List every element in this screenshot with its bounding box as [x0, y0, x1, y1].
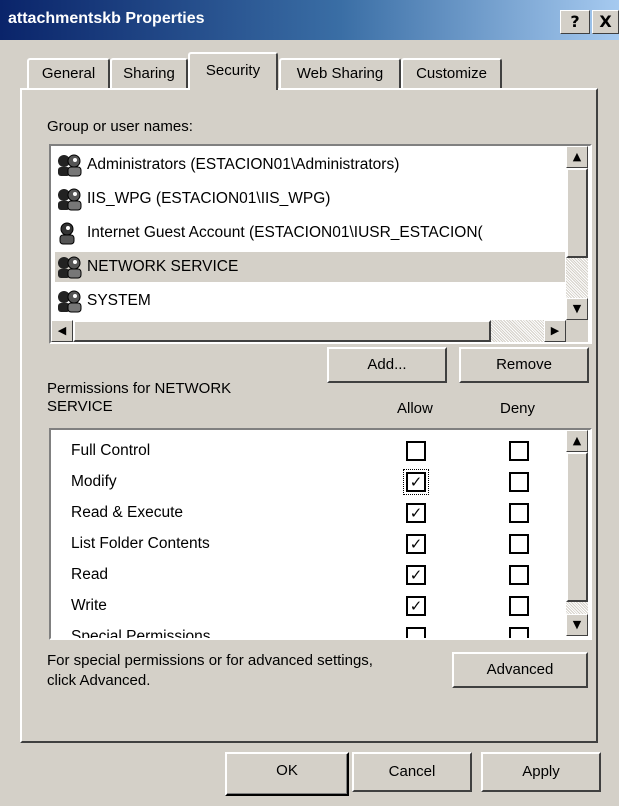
tab-general[interactable]: General	[27, 58, 110, 90]
user-name: Administrators (ESTACION01\Administrator…	[87, 156, 400, 173]
scroll-down-icon[interactable]: ▼	[566, 614, 588, 636]
deny-checkbox[interactable]	[509, 534, 529, 554]
user-list-item[interactable]: SYSTEM	[55, 286, 565, 316]
scroll-up-icon[interactable]: ▲	[566, 146, 588, 168]
deny-checkbox[interactable]	[509, 503, 529, 523]
add-button[interactable]: Add...	[327, 347, 447, 383]
allow-checkbox[interactable]: ✓	[406, 596, 426, 616]
deny-checkbox[interactable]	[509, 596, 529, 616]
scroll-right-icon[interactable]: ▶	[544, 320, 566, 342]
security-panel: Group or user names: Administrators (EST…	[20, 88, 598, 743]
help-button[interactable]: ?	[560, 10, 590, 34]
user-icon	[55, 221, 83, 245]
remove-button[interactable]: Remove	[459, 347, 589, 383]
allow-checkbox[interactable]	[406, 627, 426, 638]
ok-button[interactable]: OK	[225, 752, 349, 796]
deny-checkbox[interactable]	[509, 565, 529, 585]
scroll-corner	[566, 320, 588, 342]
scroll-up-icon[interactable]: ▲	[566, 430, 588, 452]
user-list-item[interactable]: Administrators (ESTACION01\Administrator…	[55, 150, 565, 180]
users-listbox[interactable]: Administrators (ESTACION01\Administrator…	[49, 144, 592, 344]
group-icon	[55, 153, 83, 177]
permissions-listbox[interactable]: Full Control Modify ✓ Read & Execute ✓ List F…	[49, 428, 592, 640]
permission-row: Modify	[71, 473, 117, 490]
deny-checkbox[interactable]	[509, 441, 529, 461]
scroll-left-icon[interactable]: ◀	[51, 320, 73, 342]
deny-checkbox[interactable]	[509, 472, 529, 492]
user-name: SYSTEM	[87, 292, 151, 309]
advanced-text-line2: click Advanced.	[47, 672, 151, 689]
user-list-item[interactable]: NETWORK SERVICE	[55, 252, 565, 282]
user-name: IIS_WPG (ESTACION01\IIS_WPG)	[87, 190, 331, 207]
user-name: Internet Guest Account (ESTACION01\IUSR_…	[87, 224, 483, 241]
close-button[interactable]: X	[592, 10, 619, 34]
tab-customize[interactable]: Customize	[401, 58, 502, 90]
advanced-button-label: Advanced	[486, 661, 554, 678]
group-icon	[55, 289, 83, 313]
scroll-down-icon[interactable]: ▼	[566, 298, 588, 320]
user-name: NETWORK SERVICE	[87, 258, 239, 275]
permission-row: Read & Execute	[71, 504, 184, 521]
allow-header: Allow	[397, 400, 433, 417]
remove-button-label: Remove	[496, 356, 552, 373]
users-vscroll-thumb[interactable]	[566, 168, 588, 258]
group-icon	[55, 187, 83, 211]
user-list-item[interactable]: Internet Guest Account (ESTACION01\IUSR_…	[55, 218, 565, 248]
perm-vscroll-thumb[interactable]	[566, 452, 588, 602]
deny-header: Deny	[500, 400, 536, 417]
add-button-label: Add...	[367, 356, 407, 373]
users-hscroll-thumb[interactable]	[73, 320, 491, 342]
tab-security[interactable]: Security	[188, 52, 278, 90]
cancel-button[interactable]: Cancel	[352, 752, 472, 792]
window-title: attachmentskb Properties	[8, 10, 205, 27]
permission-row: Special Permissions	[71, 628, 211, 640]
title-bar[interactable]: attachmentskb Properties ? X	[0, 0, 619, 40]
allow-checkbox[interactable]: ✓	[406, 503, 426, 523]
apply-button[interactable]: Apply	[481, 752, 601, 792]
tab-web-sharing[interactable]: Web Sharing	[279, 58, 401, 90]
permissions-label-line1: Permissions for NETWORK	[47, 380, 232, 397]
advanced-button[interactable]: Advanced	[452, 652, 588, 688]
permission-row: Write	[71, 597, 107, 614]
cancel-button-label: Cancel	[388, 763, 436, 780]
allow-checkbox[interactable]: ✓	[406, 534, 426, 554]
permission-row: Full Control	[71, 442, 151, 459]
allow-checkbox[interactable]: ✓	[403, 469, 429, 495]
apply-button-label: Apply	[522, 763, 560, 780]
permissions-label-line2: SERVICE	[47, 398, 113, 415]
advanced-text-line1: For special permissions or for advanced …	[47, 652, 373, 669]
group-icon	[55, 255, 83, 279]
group-label: Group or user names:	[47, 118, 193, 135]
deny-checkbox[interactable]	[509, 627, 529, 638]
user-list-item[interactable]: IIS_WPG (ESTACION01\IIS_WPG)	[55, 184, 565, 214]
allow-checkbox[interactable]	[406, 441, 426, 461]
allow-checkbox[interactable]: ✓	[406, 565, 426, 585]
ok-button-label: OK	[276, 762, 298, 779]
permission-row: Read	[71, 566, 109, 583]
permission-row: List Folder Contents	[71, 535, 210, 552]
tab-sharing[interactable]: Sharing	[110, 58, 188, 90]
